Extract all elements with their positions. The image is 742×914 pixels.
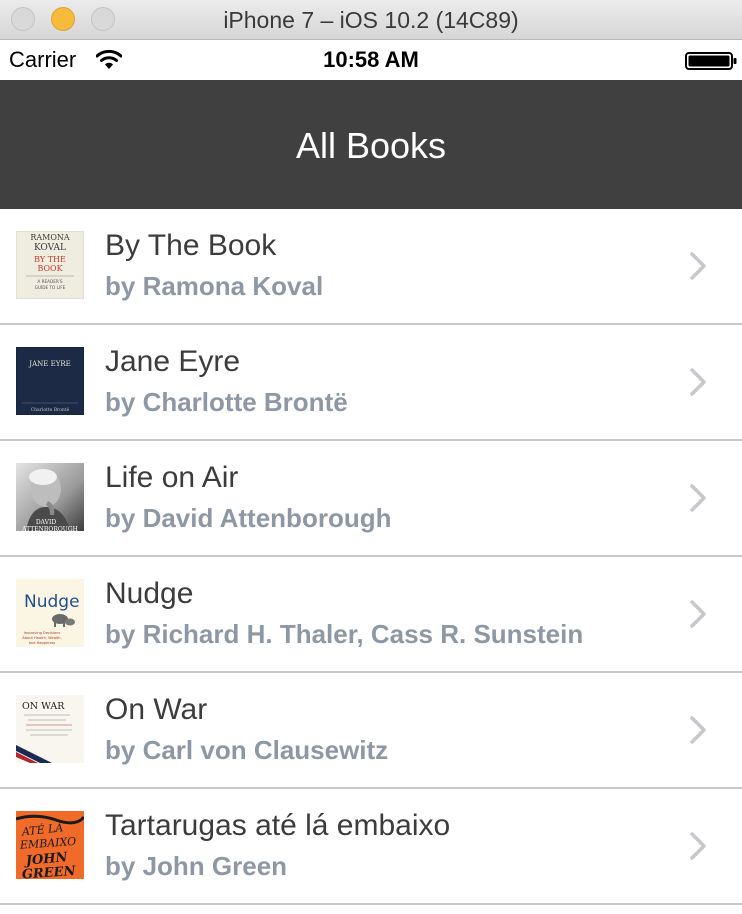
svg-text:GUIDE TO LIFE: GUIDE TO LIFE bbox=[35, 285, 66, 290]
book-title: On War bbox=[105, 693, 208, 726]
svg-text:KOVAL: KOVAL bbox=[34, 243, 66, 253]
book-cover-image: Nudge Improving Decisions About Health, … bbox=[16, 579, 84, 647]
page-title: All Books bbox=[295, 125, 447, 166]
svg-text:DAVID: DAVID bbox=[36, 519, 57, 526]
book-cover-image: JANE EYRE Charlotte Brontë bbox=[16, 347, 84, 415]
book-cover-image: ATÉ LÁ EMBAIXO JOHN GREEN bbox=[16, 811, 84, 879]
book-author: by John Green bbox=[105, 851, 288, 881]
book-cover-image: DAVID ATTENBOROUGH bbox=[16, 463, 84, 531]
chevron-right-icon bbox=[690, 600, 706, 628]
svg-text:and Happiness: and Happiness bbox=[29, 641, 56, 645]
svg-text:Improving Decisions: Improving Decisions bbox=[24, 631, 61, 635]
book-author: by Ramona Koval bbox=[105, 271, 324, 301]
book-title: Tartarugas até lá embaixo bbox=[105, 809, 451, 842]
simulator-title-bar: iPhone 7 – iOS 10.2 (14C89) bbox=[0, 0, 742, 40]
svg-text:ON WAR: ON WAR bbox=[22, 701, 65, 712]
book-row[interactable]: Nudge Improving Decisions About Health, … bbox=[0, 557, 742, 673]
svg-text:Nudge: Nudge bbox=[24, 592, 80, 612]
book-title: Life on Air bbox=[105, 461, 239, 494]
status-bar: Carrier 10:58 AM bbox=[0, 40, 742, 80]
book-row[interactable]: ATÉ LÁ EMBAIXO JOHN GREEN Tartarugas até… bbox=[0, 789, 742, 905]
book-cover-image: RAMONA KOVAL BY THE BOOK A READER'S GUID… bbox=[16, 231, 84, 299]
book-row[interactable]: ON WAR On War by Carl von Clausewitz bbox=[0, 673, 742, 789]
chevron-right-icon bbox=[690, 832, 706, 860]
battery-icon bbox=[685, 52, 737, 70]
window-title: iPhone 7 – iOS 10.2 (14C89) bbox=[223, 7, 519, 33]
status-clock: 10:58 AM bbox=[323, 47, 419, 72]
book-title: Nudge bbox=[105, 577, 194, 610]
book-title: By The Book bbox=[105, 229, 277, 262]
book-title: Jane Eyre bbox=[105, 345, 241, 378]
svg-text:ATTENBOROUGH: ATTENBOROUGH bbox=[21, 526, 78, 531]
chevron-right-icon bbox=[690, 484, 706, 512]
chevron-right-icon bbox=[690, 368, 706, 396]
book-cover-image: ON WAR bbox=[16, 695, 84, 763]
svg-text:JANE EYRE: JANE EYRE bbox=[28, 360, 70, 368]
book-author: by Charlotte Brontë bbox=[105, 387, 348, 417]
chevron-right-icon bbox=[690, 252, 706, 280]
svg-text:A READER'S: A READER'S bbox=[37, 279, 63, 284]
book-author: by Richard H. Thaler, Cass R. Sunstein bbox=[105, 619, 584, 649]
book-author: by David Attenborough bbox=[105, 503, 392, 533]
book-list: RAMONA KOVAL BY THE BOOK A READER'S GUID… bbox=[0, 209, 742, 905]
svg-text:About Health, Wealth,: About Health, Wealth, bbox=[22, 636, 61, 640]
svg-text:GREEN: GREEN bbox=[21, 864, 77, 879]
svg-text:RAMONA: RAMONA bbox=[30, 233, 70, 242]
svg-text:BOOK: BOOK bbox=[37, 264, 63, 273]
book-author: by Carl von Clausewitz bbox=[105, 735, 389, 765]
navigation-bar: All Books bbox=[0, 80, 742, 209]
svg-text:BY THE: BY THE bbox=[34, 255, 66, 264]
chevron-right-icon bbox=[690, 716, 706, 744]
book-row[interactable]: RAMONA KOVAL BY THE BOOK A READER'S GUID… bbox=[0, 209, 742, 325]
svg-text:Charlotte Brontë: Charlotte Brontë bbox=[31, 407, 70, 413]
book-row[interactable]: DAVID ATTENBOROUGH Life on Air by David … bbox=[0, 441, 742, 557]
book-row[interactable]: JANE EYRE Charlotte Brontë Jane Eyre by … bbox=[0, 325, 742, 441]
